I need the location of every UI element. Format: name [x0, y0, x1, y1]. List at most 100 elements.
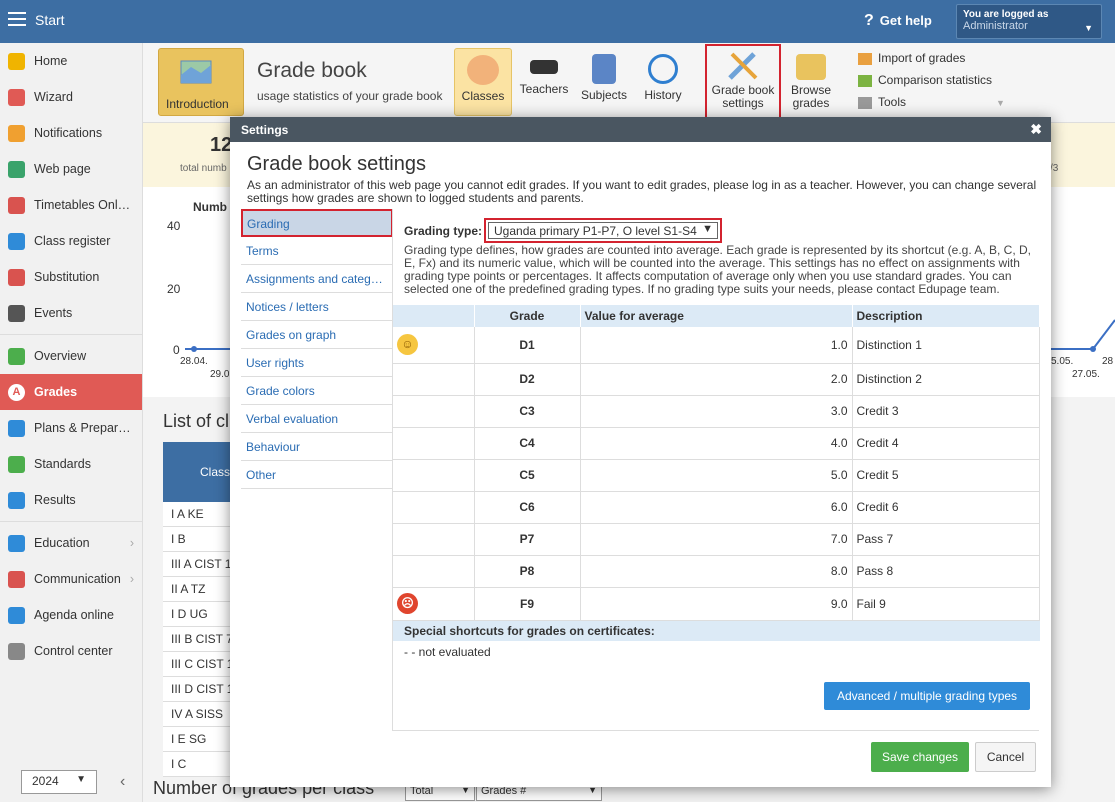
tab-other[interactable]: Other: [241, 461, 393, 489]
cancel-button[interactable]: Cancel: [975, 742, 1036, 772]
web-page-icon: [8, 161, 25, 178]
class-column-header[interactable]: Class: [163, 442, 230, 502]
description-cell[interactable]: Pass 7: [852, 523, 1040, 556]
grade-cell[interactable]: F9: [474, 587, 581, 621]
communication-icon: [8, 571, 25, 588]
class-row[interactable]: I D UG: [163, 602, 230, 627]
value-cell[interactable]: 9.0: [580, 587, 853, 621]
class-row[interactable]: III A CIST 1: [163, 552, 230, 577]
tab-notices-letters[interactable]: Notices / letters: [241, 293, 393, 321]
sidebar-item-plans-prepar[interactable]: Plans & Prepar…: [0, 410, 142, 446]
teachers-button[interactable]: Teachers: [515, 48, 573, 116]
value-cell[interactable]: 4.0: [580, 427, 853, 460]
class-row[interactable]: I A KE: [163, 502, 230, 527]
description-cell[interactable]: Credit 6: [852, 491, 1040, 524]
x-tick-5: 28: [1102, 356, 1114, 367]
tab-user-rights[interactable]: User rights: [241, 349, 393, 377]
value-cell[interactable]: 6.0: [580, 491, 853, 524]
description-cell[interactable]: Credit 5: [852, 459, 1040, 492]
grade-cell[interactable]: P7: [474, 523, 581, 556]
tab-verbal-evaluation[interactable]: Verbal evaluation: [241, 405, 393, 433]
grade-cell[interactable]: C3: [474, 395, 581, 428]
menu-icon[interactable]: [8, 12, 26, 26]
sidebar-item-communication[interactable]: Communication ›: [0, 561, 142, 597]
statistics-icon: [858, 74, 872, 87]
class-row[interactable]: I C: [163, 752, 230, 777]
sidebar-item-substitution[interactable]: Substitution: [0, 259, 142, 295]
class-row[interactable]: III D CIST 1: [163, 677, 230, 702]
grade-row: C5 5.0 Credit 5: [393, 459, 1040, 492]
sidebar-item-agenda-online[interactable]: Agenda online: [0, 597, 142, 633]
value-cell[interactable]: 5.0: [580, 459, 853, 492]
description-cell[interactable]: Fail 9: [852, 587, 1040, 621]
angry-face-icon: ☹: [397, 593, 418, 614]
grade-cell[interactable]: C4: [474, 427, 581, 460]
class-row[interactable]: IV A SISS: [163, 702, 230, 727]
sidebar-item-overview[interactable]: Overview: [0, 338, 142, 374]
chevron-down-icon: ▼: [702, 223, 713, 235]
description-cell[interactable]: Distinction 2: [852, 363, 1040, 396]
browse-grades-button[interactable]: Browse grades: [783, 48, 839, 116]
grade-cell[interactable]: C6: [474, 491, 581, 524]
save-changes-button[interactable]: Save changes: [871, 742, 969, 772]
tab-behaviour[interactable]: Behaviour: [241, 433, 393, 461]
description-cell[interactable]: Pass 8: [852, 555, 1040, 588]
special-shortcut-item: - - not evaluated: [404, 645, 491, 659]
grade-cell[interactable]: P8: [474, 555, 581, 588]
user-menu[interactable]: You are logged as Administrator ▼: [956, 4, 1102, 39]
class-row[interactable]: II A TZ: [163, 577, 230, 602]
sidebar-item-timetables-onl[interactable]: Timetables Onl…: [0, 187, 142, 223]
value-cell[interactable]: 2.0: [580, 363, 853, 396]
tools-menu[interactable]: Tools ▼: [858, 95, 1005, 117]
tab-assignments-and-categ[interactable]: Assignments and categ…: [241, 265, 393, 293]
sidebar-item-class-register[interactable]: Class register: [0, 223, 142, 259]
sidebar-item-grades[interactable]: A Grades: [0, 374, 142, 410]
class-row[interactable]: I B: [163, 527, 230, 552]
class-row[interactable]: III B CIST 7: [163, 627, 230, 652]
start-link[interactable]: Start: [35, 12, 65, 28]
introduction-button[interactable]: Introduction: [158, 48, 244, 116]
help-link[interactable]: ? Get help: [864, 12, 932, 30]
comparison-statistics-link[interactable]: Comparison statistics: [858, 73, 1005, 95]
sidebar-item-events[interactable]: Events: [0, 295, 142, 331]
classes-icon: [467, 55, 499, 85]
sidebar-item-home[interactable]: Home: [0, 43, 142, 79]
description-cell[interactable]: Credit 4: [852, 427, 1040, 460]
grade-cell[interactable]: D2: [474, 363, 581, 396]
grade-icon-cell: ☺: [393, 327, 475, 364]
sidebar-item-notifications[interactable]: Notifications: [0, 115, 142, 151]
value-cell[interactable]: 3.0: [580, 395, 853, 428]
advanced-grading-button[interactable]: Advanced / multiple grading types: [824, 682, 1030, 710]
grade-cell[interactable]: D1: [474, 327, 581, 364]
description-cell[interactable]: Distinction 1: [852, 327, 1040, 364]
value-cell[interactable]: 7.0: [580, 523, 853, 556]
class-row[interactable]: I E SG: [163, 727, 230, 752]
sidebar-item-results[interactable]: Results: [0, 482, 142, 518]
value-cell[interactable]: 1.0: [580, 327, 853, 364]
x-tick-2: 29.0: [210, 369, 230, 380]
sidebar-item-label: Overview: [34, 349, 87, 363]
tab-grading[interactable]: Grading: [241, 209, 393, 237]
grade-book-settings-button[interactable]: Grade book settings: [705, 44, 781, 120]
value-cell[interactable]: 8.0: [580, 555, 853, 588]
tab-grades-on-graph[interactable]: Grades on graph: [241, 321, 393, 349]
collapse-sidebar-icon[interactable]: ‹: [120, 773, 125, 791]
grading-type-select[interactable]: Uganda primary P1-P7, O level S1-S4 ▼: [484, 218, 722, 243]
sidebar-item-control-center[interactable]: Control center: [0, 633, 142, 669]
classes-button[interactable]: Classes: [454, 48, 512, 116]
class-row[interactable]: III C CIST 1: [163, 652, 230, 677]
tab-terms[interactable]: Terms: [241, 237, 393, 265]
description-cell[interactable]: Credit 3: [852, 395, 1040, 428]
shield-icon: [8, 456, 25, 473]
import-grades-link[interactable]: Import of grades: [858, 51, 1005, 73]
grade-cell[interactable]: C5: [474, 459, 581, 492]
subjects-button[interactable]: Subjects: [575, 48, 633, 116]
sidebar-item-standards[interactable]: Standards: [0, 446, 142, 482]
close-icon[interactable]: ✖: [1030, 121, 1042, 138]
year-select[interactable]: 2024 ▼: [21, 770, 97, 794]
sidebar-item-education[interactable]: Education ›: [0, 525, 142, 561]
tab-grade-colors[interactable]: Grade colors: [241, 377, 393, 405]
sidebar-item-web-page[interactable]: Web page: [0, 151, 142, 187]
history-button[interactable]: History: [634, 48, 692, 116]
sidebar-item-wizard[interactable]: Wizard: [0, 79, 142, 115]
